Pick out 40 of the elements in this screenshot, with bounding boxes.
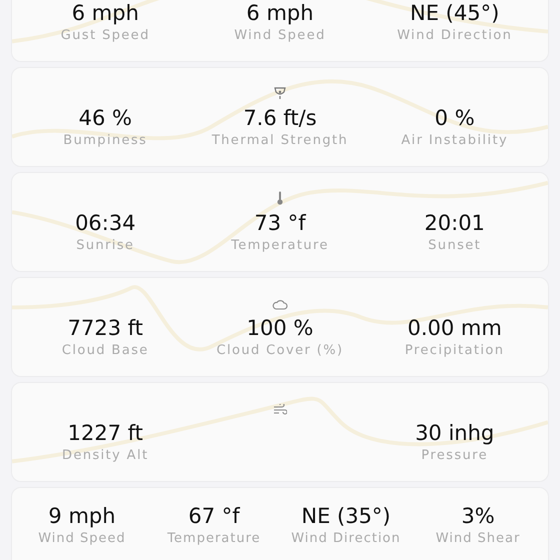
metric-value: 46 %	[78, 105, 132, 132]
metric-value: 7.6 ft/s	[243, 105, 317, 132]
metric-label: Thermal Strength	[212, 132, 348, 150]
metric-label: Wind Direction	[397, 27, 512, 45]
metric-label: Cloud Base	[62, 342, 149, 360]
metric-value: 20:01	[424, 210, 485, 237]
metric-value: NE (45°)	[410, 0, 500, 27]
metric-label: Gust Speed	[60, 27, 150, 45]
metric-value: 0 %	[434, 105, 475, 132]
cloud-icon	[272, 299, 288, 310]
metric-label: Sunrise	[76, 237, 134, 255]
metric-label: Air Instability	[401, 132, 508, 150]
metric-value: 100 %	[246, 315, 314, 342]
metric-value: 3%	[461, 503, 495, 530]
metric-label: Density Alt	[62, 447, 149, 465]
metric-label: Wind Speed	[38, 530, 126, 548]
metric-value: 9 mph	[48, 503, 116, 530]
metric-label: Wind Direction	[291, 530, 401, 548]
metric-label: Wind Shear	[436, 530, 520, 548]
metric-label: Cloud Cover (%)	[216, 342, 344, 360]
metric-label: Temperature	[231, 237, 329, 255]
metric-value: 1227 ft	[68, 420, 144, 447]
metric-value: 06:34	[75, 210, 136, 237]
metric-label: Wind Speed	[234, 27, 326, 45]
metric-value: NE (35°)	[301, 503, 391, 530]
metric-label: Sunset	[428, 237, 482, 255]
wind-icon	[273, 404, 287, 415]
metric-label: Temperature	[167, 530, 261, 548]
metric-value: 0.00 mm	[407, 315, 502, 342]
metric-value: 67 °f	[188, 503, 240, 530]
metric-label: Pressure	[421, 447, 488, 465]
metric-value: 73 °f	[254, 210, 306, 237]
dome-icon	[274, 86, 286, 100]
metric-value: 30 inhg	[415, 420, 494, 447]
thermometer-icon	[276, 191, 284, 205]
metric-value: 6 mph	[72, 0, 139, 27]
metric-label: Bumpiness	[63, 132, 148, 150]
metric-label: Precipitation	[404, 342, 504, 360]
metric-value: 6 mph	[246, 0, 314, 27]
metric-value: 7723 ft	[68, 315, 144, 342]
